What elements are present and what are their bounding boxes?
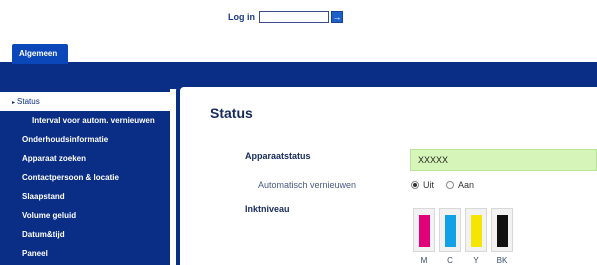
- radio-auto-refresh-on[interactable]: [446, 181, 454, 189]
- ink-bar-m: [419, 215, 430, 247]
- sidebar-item-sleep-mode[interactable]: Slaapstand: [0, 187, 170, 206]
- radio-auto-refresh-off[interactable]: [411, 181, 419, 189]
- radio-label-off: Uit: [423, 180, 434, 190]
- ink-label-m: M: [420, 256, 428, 265]
- ink-label-c: C: [447, 256, 453, 265]
- sidebar-item-panel[interactable]: Paneel: [0, 244, 170, 263]
- ink-cartridge-y: [465, 208, 487, 252]
- ink-level-label: Inktniveau: [245, 204, 290, 214]
- sidebar-item-maintenance[interactable]: Onderhoudsinformatie: [0, 130, 170, 149]
- page-title: Status: [210, 105, 253, 121]
- ink-cartridge-bk: [491, 208, 513, 252]
- device-status-label: Apparaatstatus: [245, 151, 311, 161]
- ink-label-y: Y: [473, 256, 479, 265]
- sidebar-item-find-device[interactable]: Apparaat zoeken: [0, 149, 170, 168]
- ink-bar-bk: [497, 215, 508, 247]
- ink-cartridge-m: [413, 208, 435, 252]
- login-label: Log in: [228, 12, 255, 22]
- device-status-value: XXXXX: [410, 149, 597, 171]
- arrow-right-icon[interactable]: →: [331, 11, 343, 23]
- ink-label-bk: BK: [496, 256, 508, 265]
- sidebar-item-label: Status: [17, 97, 40, 106]
- tab-algemeen[interactable]: Algemeen: [12, 44, 68, 64]
- ink-bar-c: [445, 215, 456, 247]
- sidebar-item-contact-location[interactable]: Contactpersoon & locatie: [0, 168, 170, 187]
- sidebar-item-status[interactable]: ▸ Status: [0, 92, 170, 111]
- radio-label-on: Aan: [458, 180, 475, 190]
- sidebar-item-refresh-interval[interactable]: Interval voor autom. vernieuwen: [0, 111, 170, 130]
- ink-bar-y: [471, 215, 482, 247]
- sidebar-marker: ▸: [12, 100, 16, 106]
- login-password-input[interactable]: [259, 11, 329, 23]
- sidebar-item-date-time[interactable]: Datum&tijd: [0, 225, 170, 244]
- tab-strip: [0, 44, 597, 64]
- ink-cartridge-c: [439, 208, 461, 252]
- sidebar-item-volume[interactable]: Volume geluid: [0, 206, 170, 225]
- auto-refresh-label: Automatisch vernieuwen: [258, 180, 357, 190]
